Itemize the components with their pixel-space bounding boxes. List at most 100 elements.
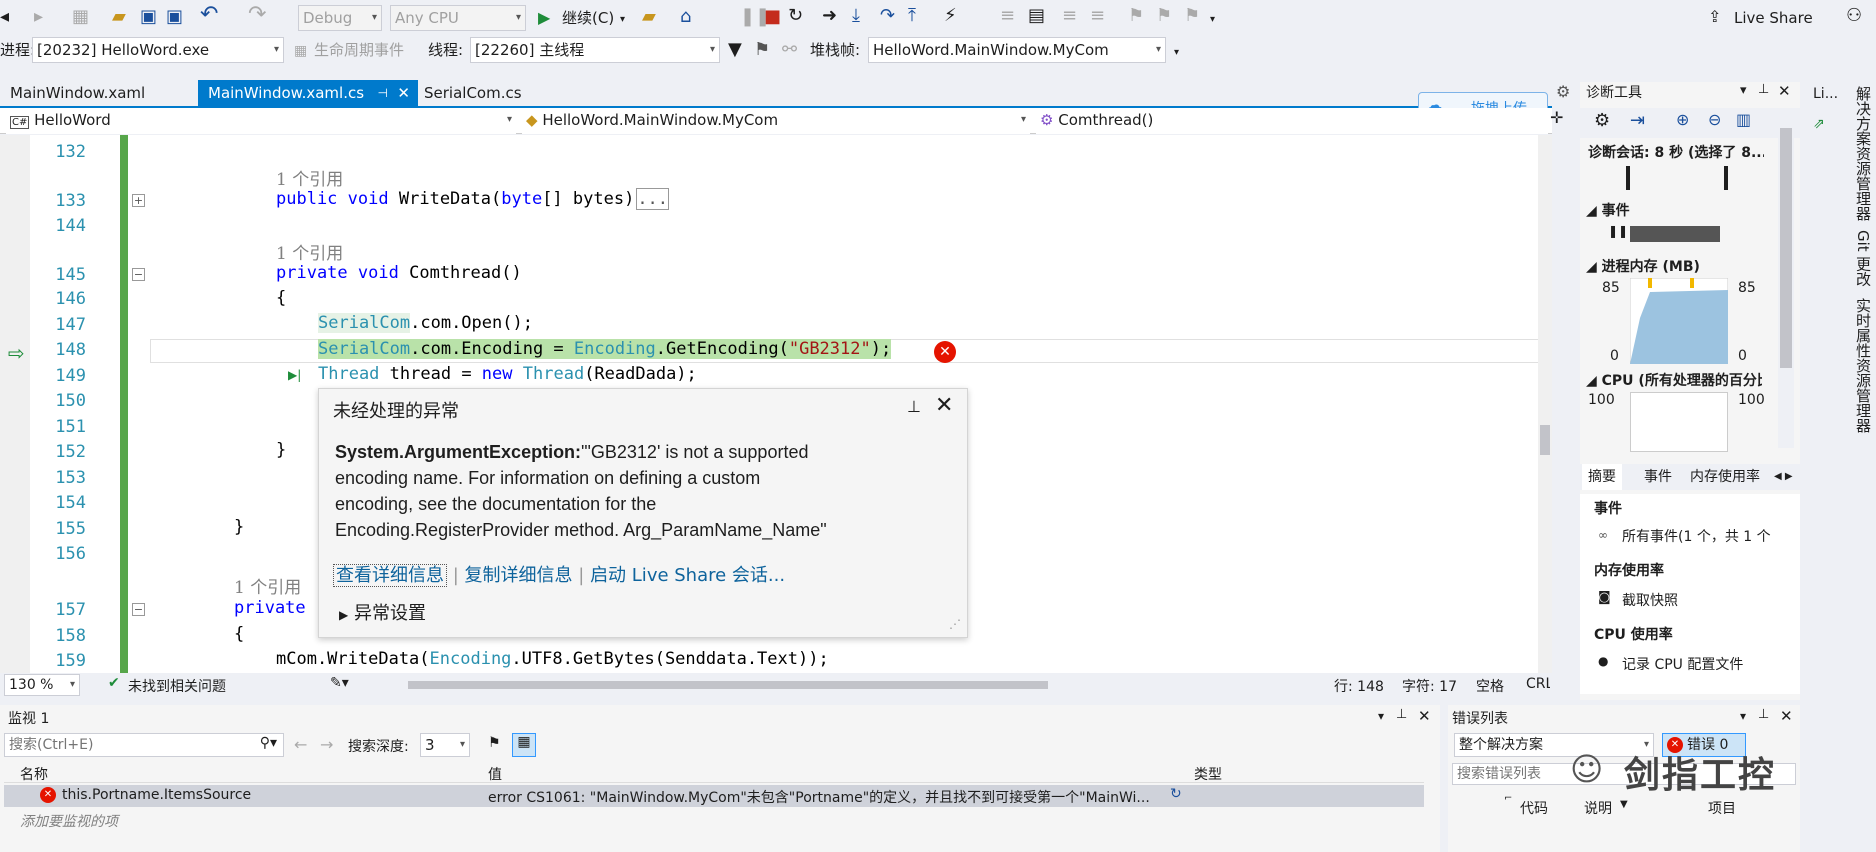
copy-details-link[interactable]: 复制详细信息 xyxy=(465,565,573,586)
all-events-link[interactable]: 所有事件(1 个，共 1 个 xyxy=(1622,526,1798,546)
bookmark-next-icon[interactable]: ⚑ xyxy=(1184,5,1200,27)
close-icon[interactable]: ✕ xyxy=(935,393,953,418)
record-cpu-button[interactable]: 记录 CPU 配置文件 xyxy=(1622,654,1743,674)
horizontal-scrollbar[interactable] xyxy=(400,681,1300,689)
layout-icon[interactable]: ▤ xyxy=(1028,5,1045,27)
panel-options-icon[interactable]: ▾ xyxy=(1378,709,1384,723)
cpu-section[interactable]: ◢ CPU (所有处理器的百分比 xyxy=(1586,370,1762,390)
lifecycle-events-button[interactable]: 生命周期事件 xyxy=(314,37,404,63)
run-to-click-icon[interactable]: ▶| xyxy=(288,368,301,382)
refresh-icon[interactable]: ↻ xyxy=(1170,786,1182,802)
account-icon[interactable]: ⚇ xyxy=(1846,5,1862,27)
view-toggle-icon[interactable]: ▦ xyxy=(512,733,536,757)
solution-explorer-tab[interactable]: 解决方案资源管理器 xyxy=(1853,86,1874,221)
class-select[interactable]: ◆ HelloWord.MainWindow.MyCom ▾ xyxy=(522,108,1030,134)
search-icon[interactable]: ⚲▾ xyxy=(260,735,277,751)
hot-reload-icon[interactable]: ⚡ xyxy=(944,5,957,27)
column-project[interactable]: 项目 xyxy=(1708,798,1736,818)
show-external-icon[interactable]: ⚯ xyxy=(782,39,797,61)
scroll-thumb[interactable] xyxy=(408,681,1048,689)
save-all-icon[interactable]: ▣ xyxy=(166,6,183,28)
settings-icon[interactable]: ⚙ xyxy=(1594,110,1610,131)
timeline-marker[interactable] xyxy=(1724,166,1728,190)
diag-scrollbar[interactable] xyxy=(1778,108,1794,448)
column-code[interactable]: 代码 xyxy=(1520,798,1548,818)
back-icon[interactable]: ◂ xyxy=(0,6,9,28)
select-tools-icon[interactable]: ⇥ xyxy=(1630,110,1645,131)
filter-icon[interactable]: ▼ xyxy=(728,39,742,61)
continue-icon[interactable]: ▶ xyxy=(538,7,550,29)
pin-icon[interactable]: ⊥ xyxy=(1396,707,1407,722)
gear-icon[interactable]: ⚙ xyxy=(1556,82,1570,101)
close-icon[interactable]: ✕ xyxy=(1778,82,1791,100)
project-select[interactable]: C# HelloWord ▾ xyxy=(6,108,516,134)
expand-toggle-icon[interactable]: + xyxy=(132,194,145,207)
scroll-thumb[interactable] xyxy=(1780,128,1792,368)
outdent-icon[interactable]: ≡ xyxy=(1090,5,1105,27)
error-icon[interactable]: ✕ xyxy=(934,341,956,363)
stackframe-overflow-icon[interactable]: ▾ xyxy=(1174,42,1179,64)
panel-options-icon[interactable]: ▾ xyxy=(1740,709,1746,723)
exception-settings-toggle[interactable]: ▶ 异常设置 xyxy=(339,599,426,625)
folder-icon[interactable]: ▰ xyxy=(642,6,656,28)
live-property-explorer-tab[interactable]: 实时属性资源管理器 xyxy=(1853,298,1874,433)
pin-icon[interactable]: ⊥ xyxy=(1758,82,1769,97)
column-type[interactable]: 类型 xyxy=(1194,764,1222,784)
collapsed-block[interactable]: ... xyxy=(636,188,670,210)
thread-select[interactable]: [22260] 主线程 ▾ xyxy=(470,37,720,63)
watch-row-value[interactable]: error CS1061: "MainWindow.MyCom"未包含"Port… xyxy=(488,787,1168,807)
tab-events[interactable]: 事件 xyxy=(1638,464,1678,490)
resize-grip-icon[interactable]: ⋰ xyxy=(949,617,961,631)
li-panel-tab[interactable]: Li... xyxy=(1813,86,1838,102)
new-project-icon[interactable]: ▦ xyxy=(72,6,89,28)
trend-icon[interactable]: ⇗ xyxy=(1813,116,1825,132)
zoom-in-icon[interactable]: ⊕ xyxy=(1676,110,1689,129)
zoom-select[interactable]: 130 % ▾ xyxy=(4,674,80,696)
step-over-icon[interactable]: ↷ xyxy=(880,5,895,27)
issues-status[interactable]: 未找到相关问题 xyxy=(128,676,226,696)
zoom-out-icon[interactable]: ⊖ xyxy=(1708,110,1721,129)
column-value[interactable]: 值 xyxy=(488,764,502,784)
redo-icon[interactable]: ↷ xyxy=(248,4,266,26)
events-section[interactable]: ◢ 事件 xyxy=(1586,200,1630,220)
reference-count[interactable]: 1 个引用 xyxy=(234,573,301,598)
watch-search-input[interactable] xyxy=(5,734,235,756)
indent-icon[interactable]: ≡ xyxy=(1062,5,1077,27)
live-share-icon[interactable]: ⇪ xyxy=(1708,6,1721,28)
toolbar-overflow-icon[interactable]: ▾ xyxy=(1210,9,1215,31)
filter-icon[interactable]: ⚑ xyxy=(488,735,501,751)
close-icon[interactable]: ✕ xyxy=(1780,707,1793,725)
member-select[interactable]: ⚙ Comthread() xyxy=(1036,108,1548,134)
column-name[interactable]: 名称 xyxy=(20,764,48,784)
back-arrow-icon[interactable]: ← xyxy=(294,735,307,754)
reference-count[interactable]: 1 个引用 xyxy=(276,165,343,190)
start-live-share-link[interactable]: 启动 Live Share 会话... xyxy=(590,565,785,586)
process-select[interactable]: [20232] HelloWord.exe ▾ xyxy=(32,37,284,63)
config-select[interactable]: Debug ▾ xyxy=(298,5,382,31)
git-changes-tab[interactable]: Git 更改 xyxy=(1853,230,1874,286)
show-next-statement-icon[interactable]: ➜ xyxy=(822,5,837,27)
pin-icon[interactable]: ⊥ xyxy=(907,397,921,416)
column-description[interactable]: 说明 xyxy=(1584,798,1612,818)
depth-select[interactable]: 3 ▾ xyxy=(420,733,470,757)
save-icon[interactable]: ▣ xyxy=(140,6,157,28)
reset-view-icon[interactable]: ▥ xyxy=(1736,110,1751,129)
sort-icon[interactable]: ⌐ xyxy=(1504,793,1512,804)
stop-icon[interactable]: ■ xyxy=(764,6,781,28)
view-details-link[interactable]: 查看详细信息 xyxy=(333,564,447,587)
reference-count[interactable]: 1 个引用 xyxy=(276,239,343,264)
brush-icon[interactable]: ✎▾ xyxy=(330,675,349,691)
platform-select[interactable]: Any CPU ▾ xyxy=(390,5,526,31)
comment-icon[interactable]: ≡ xyxy=(1000,5,1015,27)
panel-options-icon[interactable]: ▾ xyxy=(1740,83,1747,98)
watch-search-box[interactable]: ⚲▾ xyxy=(4,733,284,757)
add-watch-hint[interactable]: 添加要监视的项 xyxy=(20,811,118,831)
sort-desc-icon[interactable]: ▼ xyxy=(1620,799,1628,810)
continue-dropdown-icon[interactable]: ▾ xyxy=(620,9,625,31)
memory-section[interactable]: ◢ 进程内存 (MB) xyxy=(1586,256,1700,276)
collapse-toggle-icon[interactable]: − xyxy=(132,268,145,281)
vertical-scrollbar[interactable] xyxy=(1538,135,1552,673)
restart-icon[interactable]: ↻ xyxy=(788,5,803,27)
app-icon[interactable]: ⌂ xyxy=(680,6,691,28)
pin-icon[interactable]: ⊥ xyxy=(1758,707,1769,722)
